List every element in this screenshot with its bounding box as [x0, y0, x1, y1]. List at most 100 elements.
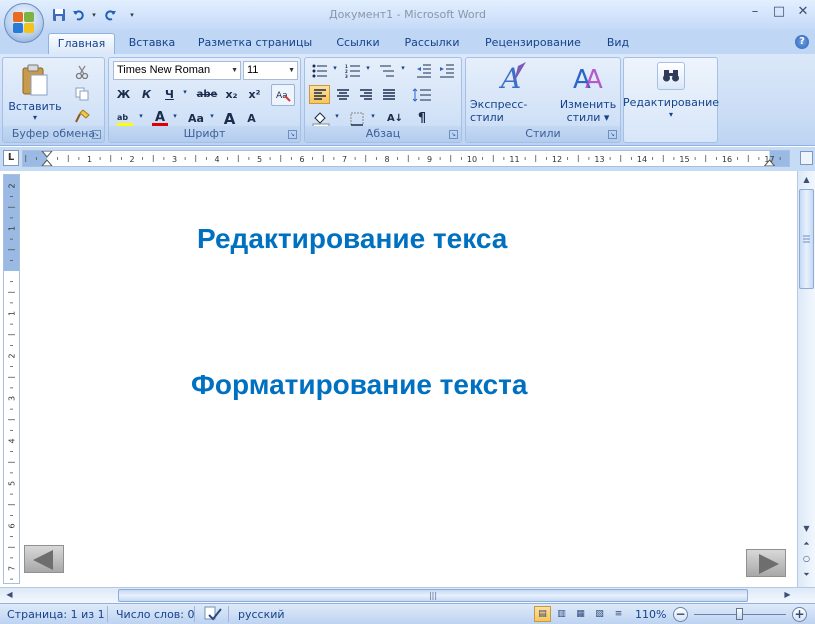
- tab-mailings[interactable]: Рассылки: [397, 33, 467, 54]
- increase-indent-button[interactable]: [436, 61, 457, 80]
- print-layout-view-button[interactable]: ▤: [534, 606, 551, 622]
- italic-button[interactable]: К: [136, 85, 157, 104]
- font-size-combobox[interactable]: 11 ▼: [243, 61, 298, 80]
- align-center-button[interactable]: [332, 85, 353, 104]
- tab-home[interactable]: Главная: [48, 33, 115, 54]
- font-launcher-icon[interactable]: ↘: [288, 130, 297, 139]
- svg-text:12: 12: [552, 155, 562, 164]
- tab-view[interactable]: Вид: [598, 33, 638, 54]
- horizontal-scroll-thumb[interactable]: |||: [118, 589, 748, 602]
- word-count-status[interactable]: Число слов: 0: [116, 608, 195, 621]
- minimize-button[interactable]: –: [747, 4, 763, 20]
- browse-object-icon[interactable]: ○: [799, 551, 814, 566]
- svg-text:7: 7: [342, 155, 347, 164]
- draft-view-button[interactable]: ≡: [610, 606, 627, 622]
- ribbon-tabs: Главная Вставка Разметка страницы Ссылки…: [0, 30, 815, 54]
- web-layout-view-button[interactable]: ▦: [572, 606, 589, 622]
- vertical-scrollbar[interactable]: ▲ ▼ ⏶ ○ ⏷: [797, 171, 815, 587]
- cut-icon[interactable]: [73, 63, 91, 81]
- zoom-slider-thumb[interactable]: [736, 608, 743, 620]
- numbering-dropdown-icon[interactable]: ▾: [364, 64, 372, 72]
- underline-button[interactable]: Ч: [159, 85, 180, 104]
- paste-button[interactable]: Вставить ▾: [8, 60, 62, 124]
- scroll-right-icon[interactable]: ▶: [780, 588, 795, 602]
- zoom-level[interactable]: 110%: [635, 608, 666, 621]
- proofing-icon[interactable]: [204, 606, 222, 624]
- clipboard-launcher-icon[interactable]: ↘: [92, 130, 101, 139]
- justify-button[interactable]: [378, 85, 399, 104]
- horizontal-ruler[interactable]: 1234567891011121314151617: [22, 150, 790, 167]
- svg-text:2: 2: [8, 183, 17, 188]
- svg-text:5: 5: [257, 155, 262, 164]
- quick-styles-button[interactable]: A Экспресс-стили: [470, 60, 556, 124]
- svg-text:7: 7: [8, 566, 17, 571]
- view-ruler-icon[interactable]: [800, 151, 813, 165]
- subscript-button[interactable]: x₂: [221, 85, 242, 104]
- superscript-button[interactable]: x²: [244, 85, 265, 104]
- zoom-in-button[interactable]: +: [792, 607, 807, 622]
- vertical-ruler[interactable]: 2 1 1 2 3 4 5 6 7: [3, 174, 20, 584]
- numbering-button[interactable]: 123: [342, 61, 364, 80]
- previous-page-icon[interactable]: ⏶: [799, 536, 814, 551]
- line-spacing-button[interactable]: [409, 85, 435, 104]
- document-page[interactable]: Редактирование текса Форматирование текс…: [21, 171, 797, 587]
- editing-group[interactable]: Редактирование ▾: [623, 57, 719, 143]
- borders-dropdown-icon[interactable]: ▾: [369, 112, 377, 120]
- page-count-status[interactable]: Страница: 1 из 1: [7, 608, 105, 621]
- paragraph-launcher-icon[interactable]: ↘: [449, 130, 458, 139]
- next-page-icon[interactable]: ⏷: [799, 567, 814, 582]
- next-slide-button[interactable]: [746, 549, 786, 577]
- vertical-scroll-thumb[interactable]: [799, 189, 814, 289]
- close-button[interactable]: ✕: [795, 4, 811, 20]
- underline-dropdown-icon[interactable]: ▾: [181, 88, 189, 96]
- tab-references[interactable]: Ссылки: [328, 33, 388, 54]
- multilevel-list-button[interactable]: [375, 61, 399, 80]
- outline-view-button[interactable]: ▧: [591, 606, 608, 622]
- highlight-dropdown-icon[interactable]: ▾: [137, 112, 145, 120]
- change-case-dropdown-icon[interactable]: ▾: [208, 112, 216, 120]
- shading-dropdown-icon[interactable]: ▾: [333, 112, 341, 120]
- font-name-combobox[interactable]: Times New Roman ▼: [113, 61, 241, 80]
- help-icon[interactable]: ?: [795, 35, 809, 49]
- language-status[interactable]: русский: [238, 608, 285, 621]
- full-screen-view-button[interactable]: ▥: [553, 606, 570, 622]
- svg-text:6: 6: [8, 523, 17, 528]
- horizontal-scrollbar[interactable]: ◀ ||| ▶: [0, 587, 815, 603]
- format-painter-icon[interactable]: [73, 107, 91, 125]
- document-line-editing[interactable]: Редактирование текса: [197, 223, 507, 255]
- bullets-dropdown-icon[interactable]: ▾: [331, 64, 339, 72]
- font-color-dropdown-icon[interactable]: ▾: [171, 112, 179, 120]
- editing-button[interactable]: Редактирование ▾: [623, 60, 719, 138]
- status-separator: [107, 606, 108, 622]
- document-line-formatting[interactable]: Форматирование текста: [191, 369, 527, 401]
- align-left-button[interactable]: [309, 85, 330, 104]
- multilevel-dropdown-icon[interactable]: ▾: [399, 64, 407, 72]
- bold-button[interactable]: Ж: [113, 85, 134, 104]
- strikethrough-button[interactable]: abe: [195, 85, 219, 104]
- svg-text:2: 2: [8, 353, 17, 358]
- editing-dropdown-icon[interactable]: ▾: [669, 110, 673, 119]
- scroll-up-icon[interactable]: ▲: [799, 172, 814, 187]
- office-button[interactable]: [4, 3, 44, 43]
- font-name-dropdown-icon[interactable]: ▼: [231, 62, 238, 79]
- word-window: ▾ ▾ Документ1 - Microsoft Word – □ ✕ Гла…: [0, 0, 815, 624]
- scroll-left-icon[interactable]: ◀: [2, 588, 17, 602]
- decrease-indent-button[interactable]: [413, 61, 434, 80]
- previous-slide-button[interactable]: [24, 545, 64, 573]
- clear-formatting-icon[interactable]: Aa: [271, 84, 295, 106]
- quick-styles-icon: A: [498, 62, 526, 94]
- restore-button[interactable]: □: [771, 4, 787, 20]
- tab-insert[interactable]: Вставка: [122, 33, 182, 54]
- tab-selector-button[interactable]: L: [3, 150, 19, 166]
- align-right-button[interactable]: [355, 85, 376, 104]
- styles-launcher-icon[interactable]: ↘: [608, 130, 617, 139]
- tab-review[interactable]: Рецензирование: [477, 33, 589, 54]
- change-styles-button[interactable]: AA Изменить стили ▾: [558, 60, 618, 124]
- font-size-dropdown-icon[interactable]: ▼: [288, 62, 295, 79]
- copy-icon[interactable]: [73, 85, 91, 103]
- tab-page-layout[interactable]: Разметка страницы: [193, 33, 317, 54]
- scroll-down-icon[interactable]: ▼: [799, 521, 814, 536]
- zoom-out-button[interactable]: −: [673, 607, 688, 622]
- bullets-button[interactable]: [309, 61, 331, 80]
- paste-dropdown-icon[interactable]: ▾: [33, 113, 37, 122]
